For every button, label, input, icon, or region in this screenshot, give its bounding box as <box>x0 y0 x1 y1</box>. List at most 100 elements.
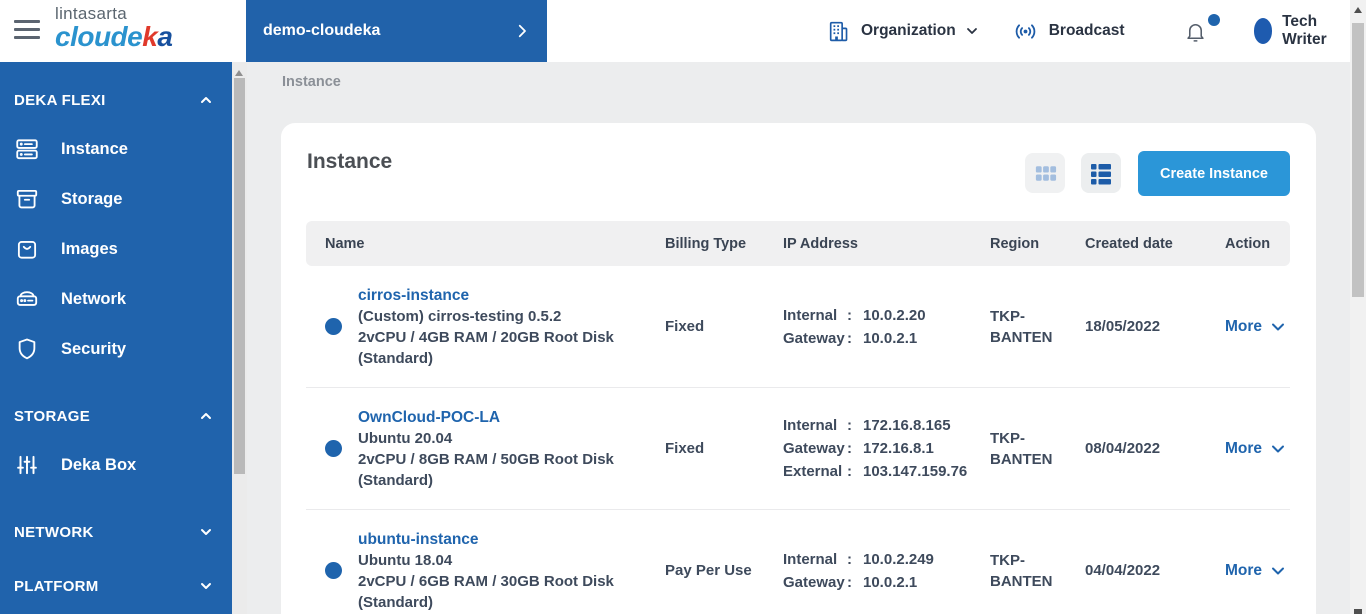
create-instance-button[interactable]: Create Instance <box>1138 151 1290 196</box>
sidebar-item-label: Instance <box>61 139 128 158</box>
sidebar-section-label: PLATFORM <box>14 577 99 595</box>
chevron-up-icon <box>198 92 214 108</box>
broadcast-menu[interactable]: Broadcast <box>1012 18 1125 45</box>
ip-line: Gateway:10.0.2.1 <box>783 327 990 350</box>
sidebar-section-header-storage[interactable]: STORAGE <box>0 404 232 428</box>
notification-dot <box>1207 13 1220 26</box>
instance-name-link[interactable]: OwnCloud-POC-LA <box>358 407 614 428</box>
instance-name-link[interactable]: ubuntu-instance <box>358 529 614 550</box>
sidebar-scrollbar-thumb[interactable] <box>234 78 245 474</box>
sidebar-item-label: Network <box>61 289 127 308</box>
chevron-down-icon <box>1272 567 1285 574</box>
table-header: Name Billing Type IP Address Region Crea… <box>306 221 1290 266</box>
chevron-down-icon <box>198 524 214 540</box>
ip-label: External <box>783 463 843 480</box>
window-scrollbar[interactable] <box>1350 0 1366 614</box>
col-header-created-date: Created date <box>1085 235 1173 252</box>
user-name: Tech Writer <box>1282 13 1327 48</box>
ip-line: External:103.147.159.76 <box>783 460 990 483</box>
shield-icon <box>14 336 40 362</box>
created-date: 18/05/2022 <box>1085 318 1161 335</box>
broadcast-label: Broadcast <box>1048 22 1125 39</box>
name-cell: ubuntu-instance Ubuntu 18.04 2vCPU / 6GB … <box>306 529 665 613</box>
ip-label: Internal <box>783 550 838 568</box>
instance-name-block: OwnCloud-POC-LA Ubuntu 20.04 2vCPU / 8GB … <box>358 407 614 491</box>
project-selector[interactable]: demo-cloudeka <box>246 0 547 62</box>
chevron-down-icon <box>1272 323 1285 330</box>
list-view-button[interactable] <box>1081 153 1121 193</box>
sidebar-item-instance[interactable]: Instance <box>0 124 232 174</box>
logo-product-text: cloudeka <box>55 21 173 52</box>
more-button[interactable]: More <box>1225 562 1286 580</box>
region: TKP-BANTEN <box>990 429 1053 468</box>
ip-colon: : <box>847 463 852 480</box>
status-dot <box>325 318 342 335</box>
chevron-down-icon <box>198 578 214 594</box>
menu-icon[interactable] <box>14 20 40 42</box>
instance-spec-line: 2vCPU / 8GB RAM / 50GB Root Disk <box>358 450 614 468</box>
notifications-button[interactable] <box>1183 13 1220 44</box>
chevron-down-icon <box>964 23 980 39</box>
instance-specs: (Custom) cirros-testing 0.5.2 2vCPU / 4GB… <box>358 306 614 369</box>
sidebar-item-deka-box[interactable]: Deka Box <box>0 440 232 490</box>
scroll-up-arrow-icon[interactable] <box>235 70 243 76</box>
instance-spec-line: Ubuntu 18.04 <box>358 551 453 569</box>
list-view-icon <box>1088 160 1114 186</box>
images-bag-icon <box>14 236 40 262</box>
ip-address-list: Internal:10.0.2.20 Gateway:10.0.2.1 <box>783 304 990 350</box>
more-button[interactable]: More <box>1225 440 1286 458</box>
sidebar-section-header-deka-flexi[interactable]: DEKA FLEXI <box>0 88 232 112</box>
ip-line: Internal:10.0.2.249 <box>783 548 990 571</box>
instance-specs: Ubuntu 20.04 2vCPU / 8GB RAM / 50GB Root … <box>358 428 614 491</box>
ip-label: Internal <box>783 417 838 434</box>
breadcrumb: Instance <box>282 74 341 90</box>
action-cell: More <box>1225 440 1290 458</box>
sidebar-item-storage[interactable]: Storage <box>0 174 232 224</box>
sidebar: DEKA FLEXI Instance Storage Images Network Se… <box>0 62 232 614</box>
grid-view-button[interactable] <box>1025 153 1065 193</box>
sidebar-item-label: Storage <box>61 189 123 208</box>
sidebar-item-network[interactable]: Network <box>0 274 232 324</box>
col-header-billing-type: Billing Type <box>665 235 747 252</box>
col-header-name: Name <box>325 235 365 252</box>
created-date: 04/04/2022 <box>1085 562 1161 579</box>
window-scrollbar-thumb[interactable] <box>1352 23 1364 297</box>
ip-colon: : <box>847 306 852 324</box>
server-icon <box>14 136 40 162</box>
instance-spec-line: 2vCPU / 6GB RAM / 30GB Root Disk <box>358 572 614 590</box>
logo[interactable]: lintasarta cloudeka <box>55 5 173 52</box>
col-header-region: Region <box>990 235 1040 252</box>
scroll-up-arrow-icon[interactable] <box>1354 7 1362 13</box>
instance-spec-line: 2vCPU / 4GB RAM / 20GB Root Disk <box>358 328 614 346</box>
action-cell: More <box>1225 318 1290 336</box>
network-drive-icon <box>14 286 40 312</box>
sidebar-item-security[interactable]: Security <box>0 324 232 374</box>
broadcast-icon <box>1012 18 1039 45</box>
region: TKP-BANTEN <box>990 551 1053 590</box>
sidebar-item-label: Security <box>61 339 127 358</box>
sidebar-section-header-network[interactable]: NETWORK <box>0 520 232 544</box>
instance-spec-line: Ubuntu 20.04 <box>358 429 453 447</box>
more-label: More <box>1225 439 1263 457</box>
ip-label: Gateway <box>783 329 845 347</box>
ip-value: 10.0.2.20 <box>863 306 926 324</box>
billing-type: Fixed <box>665 318 705 335</box>
ip-value: 103.147.159.76 <box>863 463 968 480</box>
more-label: More <box>1225 561 1263 579</box>
avatar <box>1253 18 1273 44</box>
instance-name-link[interactable]: cirros-instance <box>358 285 614 306</box>
more-button[interactable]: More <box>1225 318 1286 336</box>
organization-menu[interactable]: Organization <box>826 19 980 44</box>
chevron-up-icon <box>198 408 214 424</box>
sidebar-section-label: NETWORK <box>14 523 94 541</box>
instance-spec-line: (Standard) <box>358 349 433 367</box>
sidebar-section-header-platform[interactable]: PLATFORM <box>0 574 232 598</box>
table-row: cirros-instance (Custom) cirros-testing … <box>306 266 1290 388</box>
sidebar-item-images[interactable]: Images <box>0 224 232 274</box>
bell-icon <box>1183 19 1208 44</box>
sidebar-section-label: STORAGE <box>14 407 91 425</box>
sidebar-scrollbar[interactable] <box>232 62 247 614</box>
ip-colon: : <box>847 573 852 591</box>
sidebar-section-label: DEKA FLEXI <box>14 91 106 109</box>
scroll-down-arrow-icon[interactable] <box>1354 609 1362 614</box>
